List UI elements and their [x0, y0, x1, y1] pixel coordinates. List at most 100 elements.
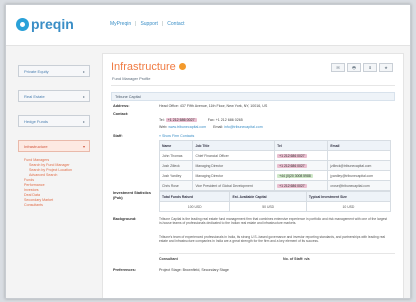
staff-tel: +44 (0)20 3008 5988: [274, 170, 329, 181]
infrastructure-submenu: Fund Managers Search by Fund Manager Sea…: [18, 154, 90, 212]
tel-label: Tel:: [159, 118, 165, 122]
col-job-title: Job Title: [192, 140, 276, 151]
total-funds-value: 100 USD: [158, 201, 231, 212]
staff-title: Vice President of Global Development: [192, 180, 276, 191]
table-row[interactable]: Chris Rose Vice President of Global Deve…: [158, 180, 391, 191]
nav-contact[interactable]: Contact: [167, 21, 184, 27]
nav-separator: |: [135, 21, 137, 27]
browser-window: preqin MyPreqin | Support | Contact Priv…: [5, 4, 411, 299]
consultant-label: Consultant: [159, 257, 178, 261]
sidebar-item-private-equity[interactable]: Private Equity ▸: [18, 65, 90, 77]
section-title: Tribune Capital: [115, 94, 141, 99]
chevron-right-icon: ▸: [82, 69, 85, 74]
download-icon[interactable]: ⬇: [363, 63, 377, 72]
background-text-1: Tribune Capital is the leading real esta…: [159, 217, 388, 226]
page-title-text: Infrastructure: [111, 61, 176, 73]
header: preqin MyPreqin | Support | Contact: [6, 5, 410, 46]
staff-title: Managing Director: [192, 160, 276, 171]
staff-table: Name Job Title Tel Email John Thomas Chi…: [158, 140, 391, 191]
preferences-label: Preferences:: [113, 268, 137, 272]
divider: [159, 253, 395, 254]
nav-support[interactable]: Support: [140, 21, 158, 27]
staff-email[interactable]: jyardley@tribunecapital.com: [327, 170, 391, 181]
page-title: Infrastructure: [111, 61, 186, 73]
investment-stats-label: Investment Statistics (Pub): [113, 191, 151, 200]
col-email: Email: [327, 140, 391, 151]
col-investment-size: Typical Investment Size: [305, 191, 392, 202]
staff-name: Chris Rose: [158, 180, 194, 191]
nav-separator: |: [161, 21, 164, 27]
col-total-funds: Total Funds Raised: [158, 191, 231, 202]
star-icon[interactable]: ★: [379, 63, 393, 72]
table-row: 100 USD 50 USD 10 USD: [158, 201, 392, 212]
logo-icon: [16, 17, 29, 31]
investment-table: Total Funds Raised Est. Available Capita…: [158, 191, 392, 212]
staff-title: Managing Director: [192, 170, 276, 181]
staff-email[interactable]: crose@tribunecapital.com: [327, 180, 391, 191]
chevron-right-icon: ▸: [82, 119, 85, 124]
sidebar-item-hedge-funds[interactable]: Hedge Funds ▸: [18, 115, 90, 127]
web-link[interactable]: www.tribunecapital.com: [168, 125, 206, 129]
chevron-right-icon: ▸: [82, 94, 85, 99]
email-link[interactable]: info@tribunecapital.com: [224, 125, 263, 129]
phone-pill[interactable]: +1 212 686 0027: [277, 183, 307, 188]
table-row[interactable]: Josh Yardley Managing Director +44 (0)20…: [158, 170, 391, 181]
staff-email[interactable]: jzilleck@tribunecapital.com: [327, 160, 391, 171]
table-row[interactable]: John Thomas Chief Financial Officer +1 2…: [158, 150, 391, 161]
main-content: Infrastructure Fund Manager Profile ✉ 🖶 …: [102, 53, 404, 298]
staff-email[interactable]: [327, 150, 391, 161]
preferences-value: Project Stage: Brownfield, Secondary Sta…: [159, 268, 229, 272]
fax-value: +1 212 686 0265: [215, 118, 243, 122]
infrastructure-icon: [178, 62, 186, 70]
page-subtitle: Fund Manager Profile: [112, 76, 151, 81]
sidebar-item-label: Infrastructure: [24, 144, 48, 149]
tel-row: Tel: +1 212 686 0027 Fax: +1 212 686 026…: [159, 118, 243, 122]
staff-name: Josh Yardley: [158, 170, 194, 181]
web-row: Web: www.tribunecapital.com Email: info@…: [159, 125, 263, 129]
staff-count-label: No. of Staff: n/a: [283, 257, 310, 261]
top-navigation: MyPreqin | Support | Contact: [110, 21, 185, 27]
sidebar-item-infrastructure[interactable]: Infrastructure ▾: [18, 140, 90, 152]
staff-label: Staff:: [113, 134, 123, 138]
email-icon[interactable]: ✉: [331, 63, 345, 72]
divider: [111, 85, 395, 86]
table-header-row: Total Funds Raised Est. Available Capita…: [158, 191, 392, 202]
address-value: Head Office: 437 Fifth Avenue, 11th Floo…: [159, 104, 268, 108]
staff-tel: +1 212 686 0027: [274, 180, 329, 191]
email-label: Email:: [213, 125, 224, 129]
print-icon[interactable]: 🖶: [347, 63, 361, 72]
staff-tel: +1 212 686 0027: [274, 150, 329, 161]
web-label: Web:: [159, 125, 168, 129]
tel-value[interactable]: +1 212 686 0027: [165, 118, 197, 122]
staff-name: Josh Zilleck: [158, 160, 194, 171]
background-text-2: Tribune's team of experienced profession…: [159, 235, 386, 244]
sidebar-item-label: Real Estate: [24, 94, 45, 99]
address-label: Address:: [113, 104, 130, 108]
sidebar-item-label: Hedge Funds: [24, 119, 49, 124]
sidebar-item-label: Private Equity: [24, 69, 49, 74]
available-capital-value: 50 USD: [229, 201, 307, 212]
col-name: Name: [158, 140, 194, 151]
sidebar-item-real-estate[interactable]: Real Estate ▸: [18, 90, 90, 102]
section-header: Tribune Capital: [111, 92, 395, 101]
col-available-capital: Est. Available Capital: [229, 191, 307, 202]
investment-size-value: 10 USD: [305, 201, 392, 212]
fax-label: Fax:: [207, 118, 215, 122]
col-tel: Tel: [274, 140, 329, 151]
nav-mypreqin[interactable]: MyPreqin: [110, 21, 131, 27]
table-header-row: Name Job Title Tel Email: [158, 140, 391, 151]
show-contacts-link[interactable]: » Show Firm Contacts: [159, 134, 194, 138]
phone-pill[interactable]: +1 212 686 0027: [277, 153, 307, 158]
chevron-down-icon: ▾: [82, 144, 85, 149]
background-label: Background:: [113, 217, 137, 221]
staff-tel: +1 212 686 0027: [274, 160, 329, 171]
phone-pill[interactable]: +1 212 686 0027: [277, 163, 307, 168]
phone-pill[interactable]: +44 (0)20 3008 5988: [277, 173, 313, 178]
toolbar: ✉ 🖶 ⬇ ★: [331, 63, 393, 72]
staff-name: John Thomas: [158, 150, 194, 161]
table-row[interactable]: Josh Zilleck Managing Director +1 212 68…: [158, 160, 391, 171]
submenu-consultants[interactable]: Consultants: [24, 203, 90, 208]
contact-label: Contact:: [113, 112, 129, 116]
logo-text: preqin: [31, 16, 74, 32]
preqin-logo[interactable]: preqin: [16, 16, 74, 32]
